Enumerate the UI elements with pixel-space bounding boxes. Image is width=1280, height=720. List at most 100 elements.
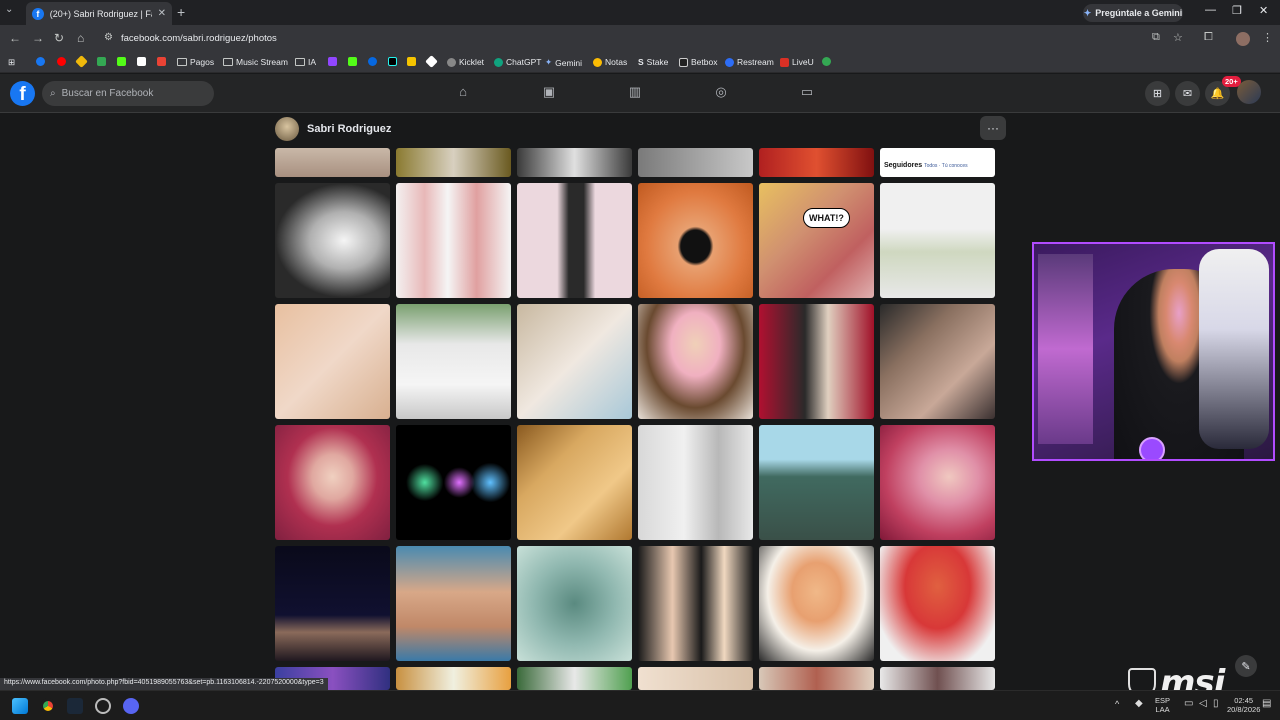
restore-icon[interactable]: ❐	[1232, 4, 1242, 17]
bookmark-gemini[interactable]: ✦ Gemini	[545, 57, 582, 68]
bookmark-folder-music-stream[interactable]: Music Stream	[223, 57, 288, 67]
photo-thumbnail[interactable]	[275, 148, 390, 177]
bookmark-drive-icon[interactable]	[97, 57, 106, 66]
settings-taskbar-icon[interactable]	[95, 698, 111, 714]
photo-thumbnail[interactable]	[759, 148, 874, 177]
photo-thumbnail[interactable]	[275, 546, 390, 661]
photo-thumbnail[interactable]	[880, 425, 995, 540]
photo-thumbnail[interactable]	[396, 183, 511, 298]
photo-thumbnail[interactable]	[396, 304, 511, 419]
bookmark-twitch-icon[interactable]	[328, 57, 337, 66]
bookmark-restream[interactable]: Restream	[725, 57, 774, 67]
forward-icon[interactable]: →	[32, 31, 44, 45]
steam-taskbar-icon[interactable]	[67, 698, 83, 714]
tray-app-icon[interactable]: ◆	[1135, 699, 1143, 709]
bookmark-kick-icon[interactable]	[117, 57, 126, 66]
photo-thumbnail[interactable]	[880, 183, 995, 298]
windows-start-icon[interactable]	[12, 698, 28, 714]
watch-nav-icon[interactable]: ▣	[539, 84, 559, 102]
url-field[interactable]: facebook.com/sabri.rodriguez/photos	[121, 33, 277, 44]
ask-gemini-button[interactable]: ✦ Pregúntale a Gemini	[1083, 4, 1183, 22]
bookmark-chatgpt[interactable]: ChatGPT	[494, 57, 541, 67]
facebook-logo-icon[interactable]: f	[10, 81, 35, 106]
install-app-icon[interactable]: ⧉	[1152, 31, 1160, 44]
clock[interactable]: 02:45 20/8/2026	[1227, 696, 1260, 714]
bookmark-kick2-icon[interactable]	[348, 57, 357, 66]
photo-thumbnail-seguidores[interactable]: Seguidores Todos · Tú conoces	[880, 148, 995, 177]
site-info-icon[interactable]: ⚙	[104, 32, 113, 43]
photo-thumbnail[interactable]	[759, 667, 874, 690]
bookmark-check-icon[interactable]	[822, 57, 831, 66]
messenger-icon[interactable]: ✉	[1175, 81, 1200, 106]
home-nav-icon[interactable]: ⌂	[453, 84, 473, 102]
photo-thumbnail[interactable]	[517, 148, 632, 177]
photo-thumbnail[interactable]	[517, 304, 632, 419]
back-icon[interactable]: ←	[9, 31, 21, 45]
close-window-icon[interactable]: ✕	[1259, 4, 1268, 17]
photo-thumbnail[interactable]	[638, 148, 753, 177]
bookmark-p-icon[interactable]	[137, 57, 146, 66]
marketplace-nav-icon[interactable]: ▥	[625, 84, 645, 102]
network-icon[interactable]: ▭	[1184, 699, 1193, 709]
photo-thumbnail[interactable]	[275, 425, 390, 540]
photo-thumbnail[interactable]	[517, 425, 632, 540]
volume-icon[interactable]: ◁	[1199, 699, 1207, 709]
photo-thumbnail[interactable]	[880, 304, 995, 419]
photo-thumbnail[interactable]	[759, 546, 874, 661]
bookmark-meta-icon[interactable]	[368, 57, 377, 66]
photo-thumbnail[interactable]	[638, 667, 753, 690]
photo-thumbnail[interactable]	[638, 425, 753, 540]
bookmark-v-icon[interactable]	[407, 57, 416, 66]
notification-center-icon[interactable]: ▤	[1262, 699, 1271, 709]
battery-icon[interactable]: ▯	[1213, 699, 1219, 709]
search-input[interactable]	[61, 88, 202, 99]
photo-thumbnail[interactable]	[880, 667, 995, 690]
photo-thumbnail[interactable]	[880, 546, 995, 661]
photo-thumbnail[interactable]	[275, 183, 390, 298]
bookmark-folder-ia[interactable]: IA	[295, 57, 316, 67]
photo-thumbnail[interactable]	[638, 546, 753, 661]
chrome-taskbar-icon[interactable]	[40, 698, 56, 714]
tab-facebook[interactable]: f (20+) Sabri Rodriguez | Facebook ✕	[26, 2, 172, 25]
photo-thumbnail[interactable]	[396, 425, 511, 540]
groups-nav-icon[interactable]: ◎	[711, 84, 731, 102]
photo-thumbnail[interactable]	[759, 304, 874, 419]
bookmark-betbox[interactable]: Betbox	[679, 57, 717, 67]
gaming-nav-icon[interactable]: ▭	[797, 84, 817, 102]
photo-thumbnail[interactable]: WHAT!?	[759, 183, 874, 298]
apps-grid-icon[interactable]: ⊞	[8, 57, 15, 68]
bookmark-stake[interactable]: S Stake	[638, 57, 668, 67]
minimize-icon[interactable]: —	[1205, 4, 1216, 16]
tab-list-chevron-icon[interactable]: ⌄	[5, 4, 13, 15]
close-tab-icon[interactable]: ✕	[158, 8, 166, 19]
bookmark-kicklet[interactable]: Kicklet	[447, 57, 484, 67]
reload-icon[interactable]: ↻	[54, 31, 64, 45]
profile-avatar[interactable]	[275, 117, 299, 141]
keyboard-language[interactable]: ESP LAA	[1155, 696, 1170, 714]
profile-avatar-icon[interactable]	[1236, 32, 1250, 46]
bookmark-liveu[interactable]: LiveU	[780, 57, 814, 67]
photo-thumbnail[interactable]	[638, 183, 753, 298]
extensions-icon[interactable]: ⧠	[1204, 31, 1213, 44]
bookmark-tiktok-icon[interactable]	[388, 57, 397, 66]
photo-thumbnail[interactable]	[275, 304, 390, 419]
bookmark-gmail-icon[interactable]	[157, 57, 166, 66]
menu-grid-icon[interactable]: ⊞	[1145, 81, 1170, 106]
facebook-search[interactable]: ⌕	[42, 81, 214, 106]
discord-taskbar-icon[interactable]	[123, 698, 139, 714]
photo-thumbnail[interactable]	[517, 667, 632, 690]
bookmark-diamond-icon[interactable]	[425, 55, 438, 68]
profile-name[interactable]: Sabri Rodriguez	[307, 123, 391, 135]
bookmark-folder-pagos[interactable]: Pagos	[177, 57, 214, 67]
photo-thumbnail[interactable]	[517, 183, 632, 298]
bookmark-facebook-icon[interactable]	[36, 57, 45, 66]
photo-thumbnail[interactable]	[759, 425, 874, 540]
tray-chevron-icon[interactable]: ^	[1115, 700, 1119, 709]
edit-floating-button[interactable]: ✎	[1235, 655, 1257, 677]
bookmark-youtube-icon[interactable]	[57, 57, 66, 66]
photo-thumbnail[interactable]	[396, 546, 511, 661]
bookmark-notas[interactable]: Notas	[593, 57, 627, 67]
photo-thumbnail[interactable]	[638, 304, 753, 419]
photo-thumbnail[interactable]	[396, 667, 511, 690]
photo-thumbnail[interactable]	[396, 148, 511, 177]
